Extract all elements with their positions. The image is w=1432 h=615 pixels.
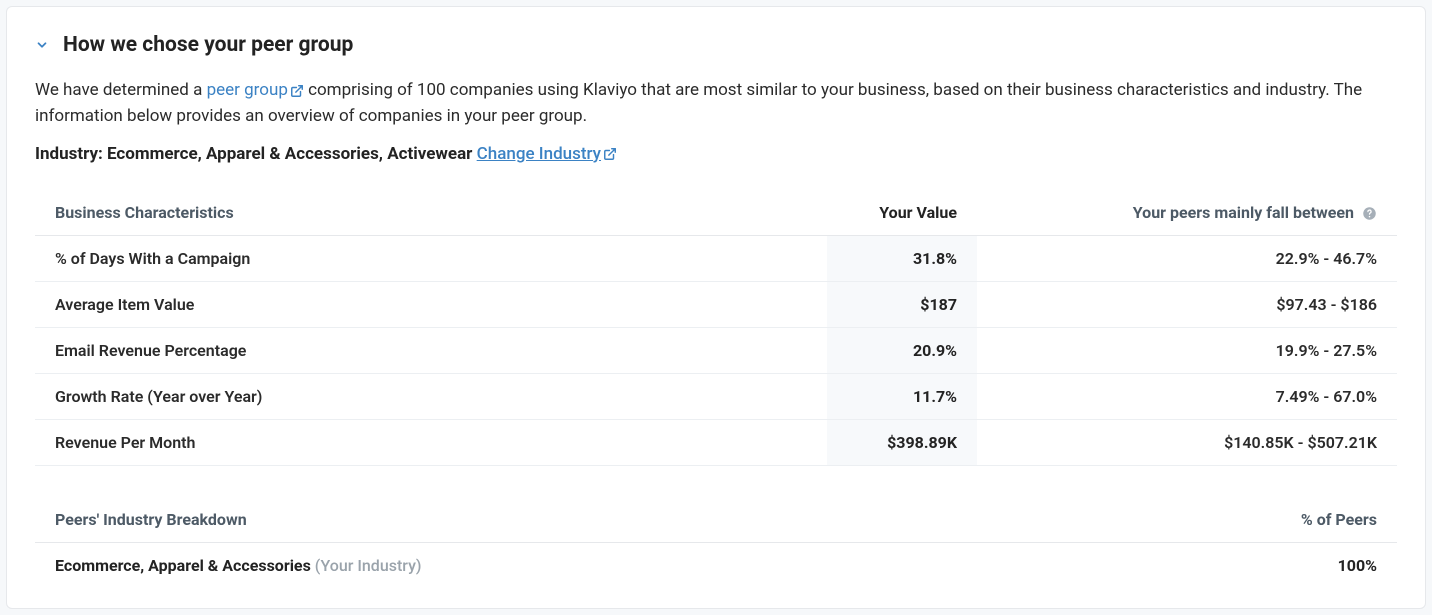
row-your-value: 20.9%: [827, 327, 977, 373]
row-peer-range: 19.9% - 27.5%: [977, 327, 1397, 373]
characteristics-table: Business Characteristics Your Value Your…: [35, 190, 1397, 589]
row-your-value: 11.7%: [827, 373, 977, 419]
row-label: Email Revenue Percentage: [35, 327, 827, 373]
peer-group-link[interactable]: peer group: [207, 80, 304, 100]
peer-group-card: How we chose your peer group We have det…: [6, 6, 1426, 609]
row-peer-range: 22.9% - 46.7%: [977, 235, 1397, 281]
spacer-row: [35, 465, 1397, 497]
row-label: Growth Rate (Year over Year): [35, 373, 827, 419]
row-your-value: $187: [827, 281, 977, 327]
breakdown-header-row: Peers' Industry Breakdown % of Peers: [35, 497, 1397, 543]
row-your-value: 31.8%: [827, 235, 977, 281]
table-header-row: Business Characteristics Your Value Your…: [35, 190, 1397, 236]
external-link-icon: [290, 84, 304, 98]
breakdown-row-note: (Your Industry): [315, 556, 422, 575]
breakdown-row-label: Ecommerce, Apparel & Accessories (Your I…: [35, 543, 977, 589]
change-industry-link[interactable]: Change Industry: [477, 144, 617, 164]
row-peer-range: $140.85K - $507.21K: [977, 419, 1397, 465]
peer-group-link-text: peer group: [207, 80, 288, 100]
breakdown-row-value: 100%: [977, 543, 1397, 589]
row-label: Revenue Per Month: [35, 419, 827, 465]
card-header[interactable]: How we chose your peer group: [35, 33, 1397, 57]
industry-value: Ecommerce, Apparel & Accessories, Active…: [107, 144, 472, 164]
row-peer-range: $97.43 - $186: [977, 281, 1397, 327]
col-head-characteristic: Business Characteristics: [35, 190, 827, 236]
breakdown-row-label-text: Ecommerce, Apparel & Accessories: [55, 556, 311, 575]
card-title: How we chose your peer group: [63, 33, 353, 57]
table-row: Revenue Per Month $398.89K $140.85K - $5…: [35, 419, 1397, 465]
breakdown-head-left: Peers' Industry Breakdown: [35, 497, 977, 543]
intro-prefix: We have determined a: [35, 80, 207, 100]
row-label: % of Days With a Campaign: [35, 235, 827, 281]
row-your-value: $398.89K: [827, 419, 977, 465]
intro-text: We have determined a peer group comprisi…: [35, 77, 1397, 130]
change-industry-text: Change Industry: [477, 144, 601, 164]
col-head-peer-range: Your peers mainly fall between: [977, 190, 1397, 236]
industry-label: Industry:: [35, 144, 107, 164]
table-row: Growth Rate (Year over Year) 11.7% 7.49%…: [35, 373, 1397, 419]
col-head-your-value: Your Value: [827, 190, 977, 236]
table-row: % of Days With a Campaign 31.8% 22.9% - …: [35, 235, 1397, 281]
external-link-icon: [603, 147, 617, 161]
breakdown-head-right: % of Peers: [977, 497, 1397, 543]
col-head-peer-range-text: Your peers mainly fall between: [1133, 203, 1354, 222]
breakdown-row: Ecommerce, Apparel & Accessories (Your I…: [35, 543, 1397, 589]
row-peer-range: 7.49% - 67.0%: [977, 373, 1397, 419]
help-icon[interactable]: [1362, 206, 1377, 221]
row-label: Average Item Value: [35, 281, 827, 327]
table-row: Average Item Value $187 $97.43 - $186: [35, 281, 1397, 327]
industry-line: Industry: Ecommerce, Apparel & Accessori…: [35, 144, 1397, 164]
chevron-down-icon: [35, 38, 49, 52]
table-row: Email Revenue Percentage 20.9% 19.9% - 2…: [35, 327, 1397, 373]
